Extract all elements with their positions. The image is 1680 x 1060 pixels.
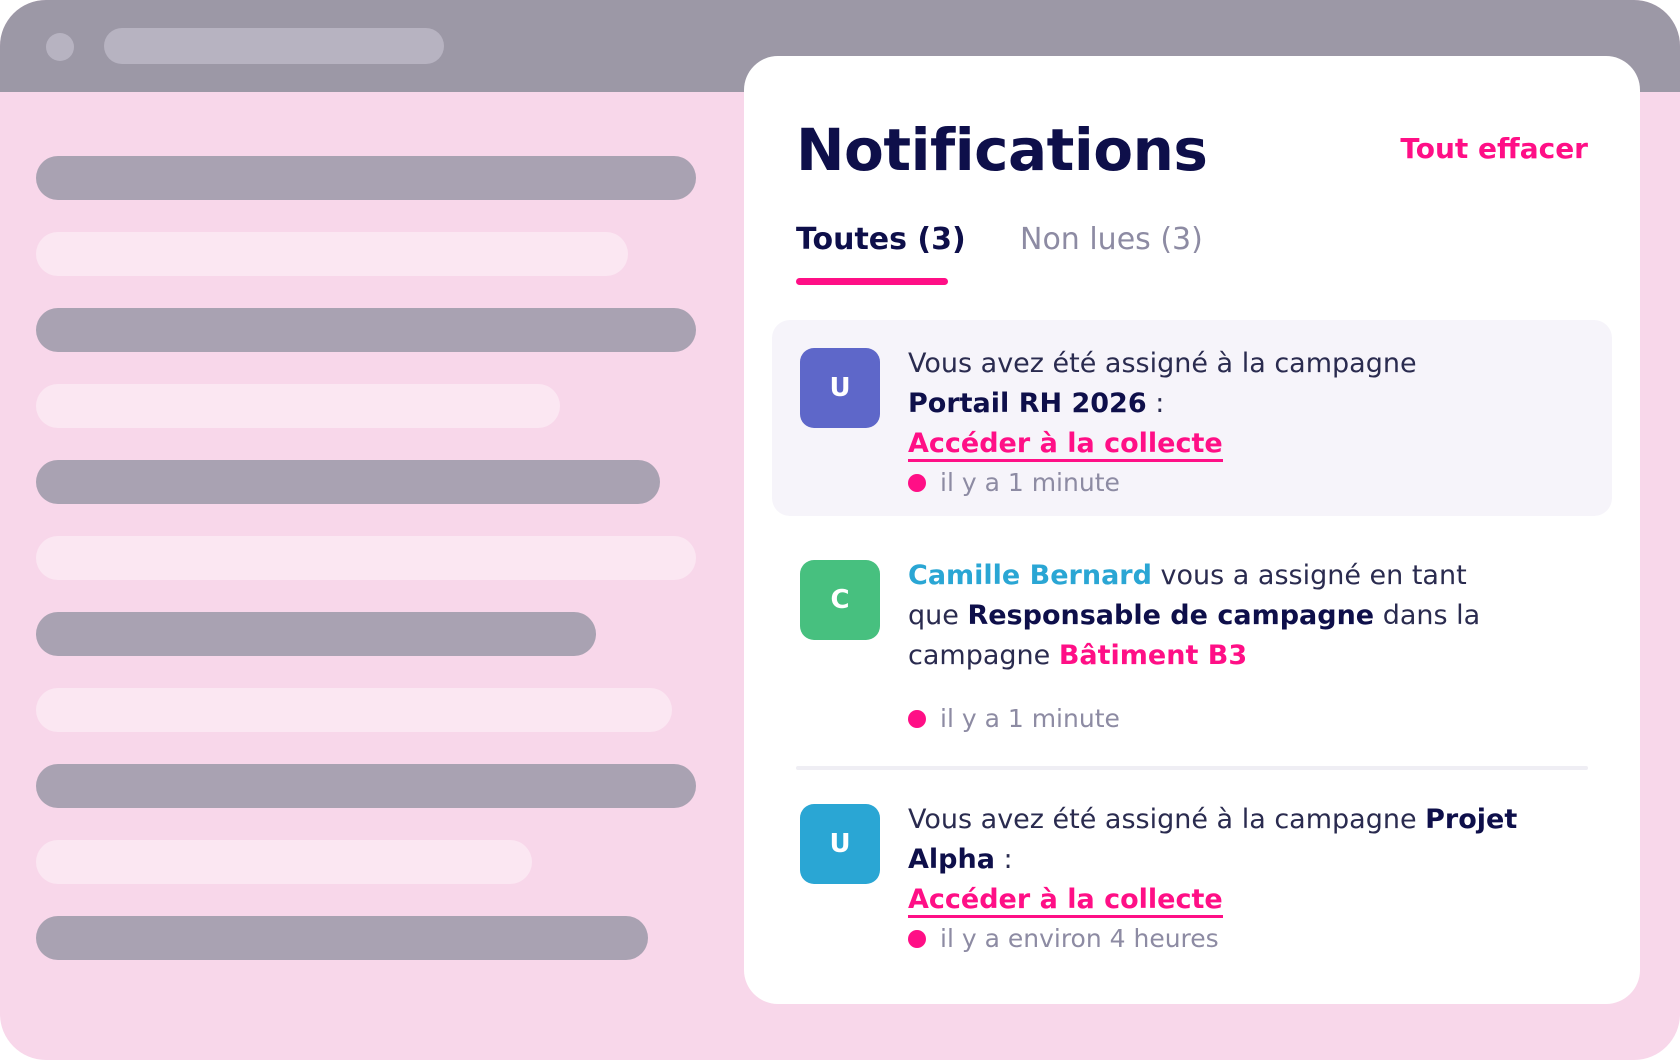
avatar: U	[800, 804, 880, 884]
skeleton-line	[36, 384, 560, 428]
skeleton-line	[36, 688, 672, 732]
campaign-name: Portail RH 2026	[908, 388, 1147, 419]
skeleton-line	[36, 232, 628, 276]
skeleton-line	[36, 764, 696, 808]
panel-title: Notifications	[796, 116, 1208, 184]
timestamp: il y a 1 minute	[940, 468, 1120, 497]
notification-item[interactable]: U Vous avez été assigné à la campagne Po…	[772, 320, 1612, 516]
notification-tabs: Toutes (3) Non lues (3)	[796, 222, 1588, 290]
skeleton-line	[36, 612, 596, 656]
timestamp: il y a environ 4 heures	[940, 924, 1219, 953]
unread-dot-icon	[908, 929, 926, 948]
tab-unread[interactable]: Non lues (3)	[1020, 222, 1203, 257]
tab-all[interactable]: Toutes (3)	[796, 222, 966, 257]
notification-time: il y a environ 4 heures	[908, 924, 1219, 953]
notification-item[interactable]: U Vous avez été assigné à la campagne Pr…	[772, 776, 1612, 996]
timestamp: il y a 1 minute	[940, 704, 1120, 733]
campaign-link[interactable]: Bâtiment B3	[1059, 640, 1247, 671]
notification-time: il y a 1 minute	[908, 468, 1120, 497]
access-collection-link[interactable]: Accéder à la collecte	[908, 884, 1223, 918]
notification-time: il y a 1 minute	[908, 704, 1120, 733]
unread-dot-icon	[908, 709, 926, 728]
skeleton-line	[36, 840, 532, 884]
notification-item[interactable]: C Camille Bernard vous a assigné en tant…	[772, 532, 1612, 748]
message-text: Vous avez été assigné à la campagne	[908, 804, 1426, 835]
message-text: :	[1146, 388, 1165, 419]
notification-message: Camille Bernard vous a assigné en tant q…	[908, 556, 1508, 676]
unread-dot-icon	[908, 473, 926, 492]
skeleton-line	[36, 460, 660, 504]
message-text: :	[994, 844, 1013, 875]
address-bar-placeholder[interactable]	[104, 28, 444, 64]
message-text: Vous avez été assigné à la campagne	[908, 348, 1417, 379]
avatar: U	[800, 348, 880, 428]
access-collection-link[interactable]: Accéder à la collecte	[908, 428, 1223, 462]
notification-message: Vous avez été assigné à la campagne Port…	[908, 344, 1548, 464]
skeleton-line	[36, 536, 696, 580]
skeleton-line	[36, 308, 696, 352]
person-name[interactable]: Camille Bernard	[908, 560, 1152, 591]
notification-message: Vous avez été assigné à la campagne Proj…	[908, 800, 1528, 920]
notifications-panel: Notifications Tout effacer Toutes (3) No…	[744, 56, 1640, 1004]
role-name: Responsable de campagne	[967, 600, 1375, 631]
clear-all-button[interactable]: Tout effacer	[1400, 132, 1588, 165]
active-tab-indicator	[796, 278, 948, 285]
skeleton-line	[36, 916, 648, 960]
window-control-dot[interactable]	[46, 33, 74, 61]
skeleton-line	[36, 156, 696, 200]
avatar: C	[800, 560, 880, 640]
browser-window: Notifications Tout effacer Toutes (3) No…	[0, 0, 1680, 1060]
notification-divider	[796, 766, 1588, 770]
